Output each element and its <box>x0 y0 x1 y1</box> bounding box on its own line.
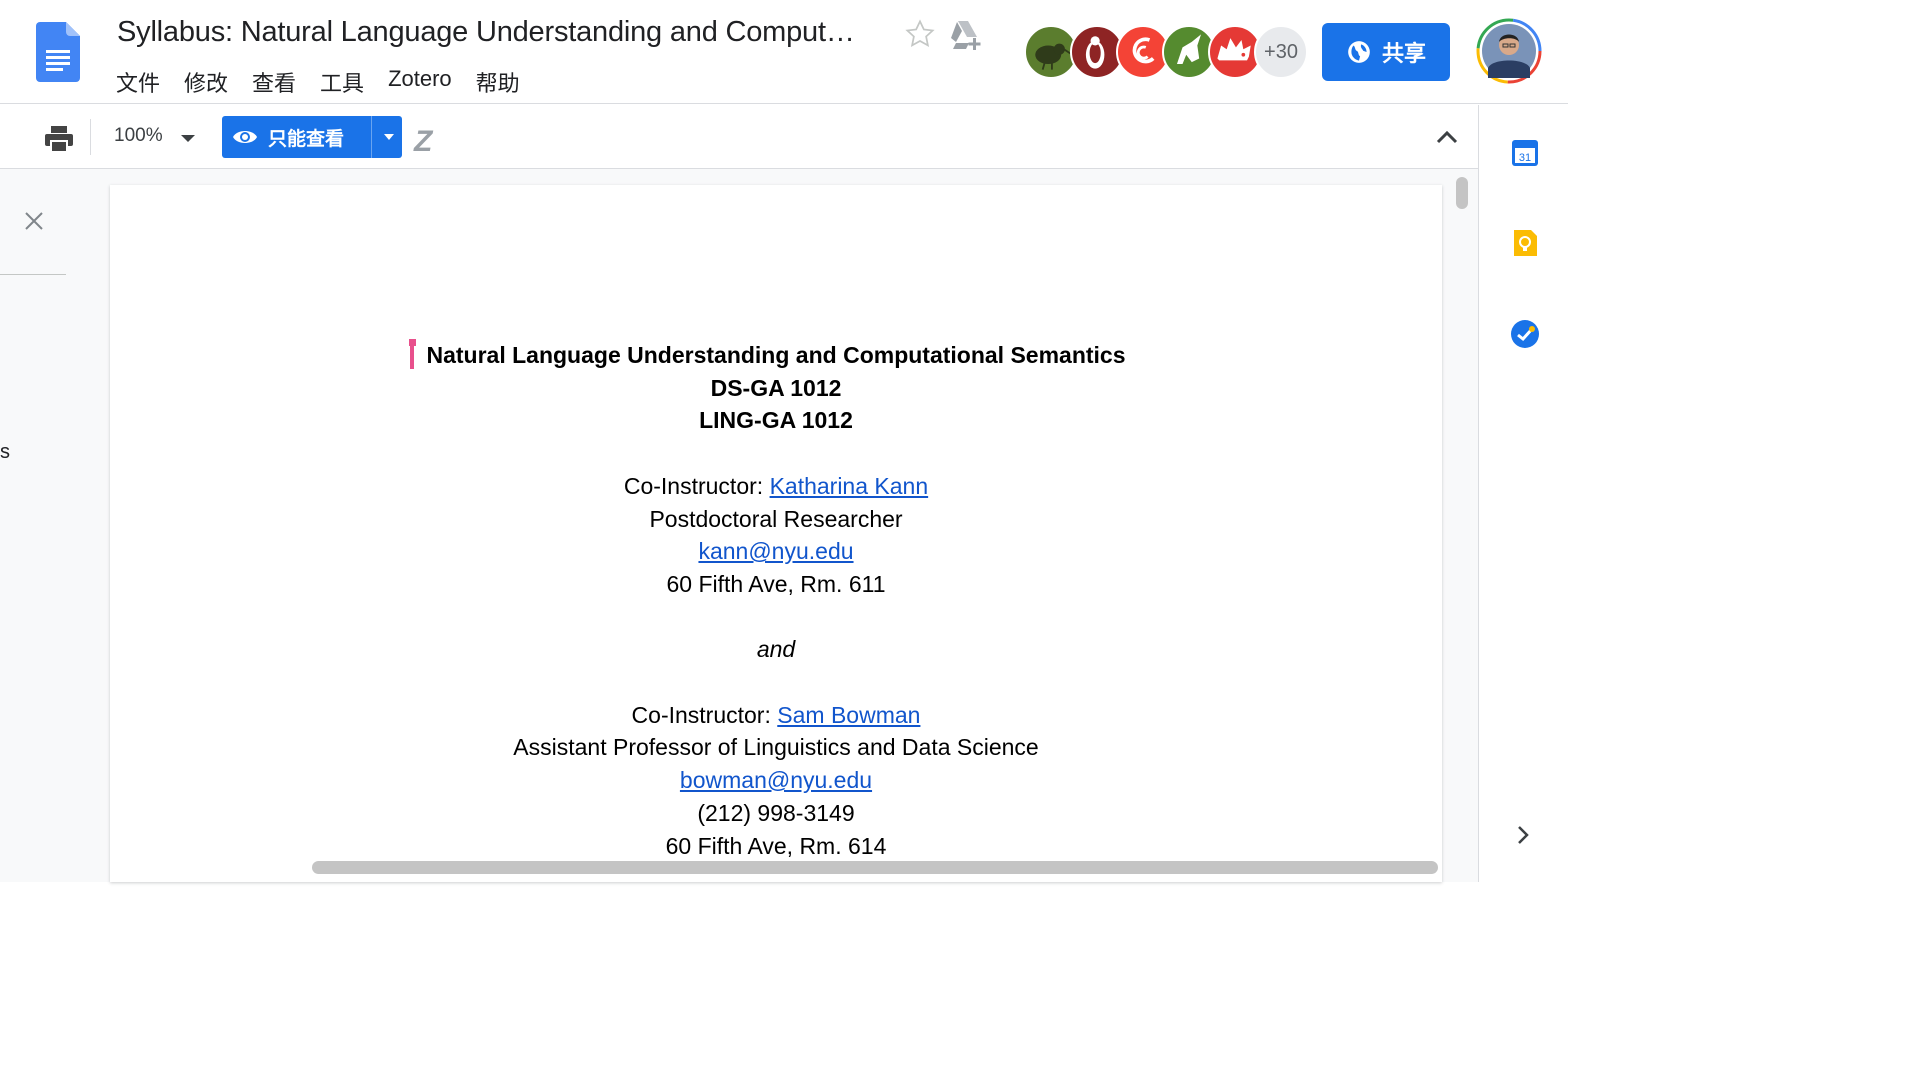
course-code-ling: LING-GA 1012 <box>699 407 853 434</box>
instructor2-position: Assistant Professor of Linguistics and D… <box>513 734 1039 761</box>
menu-view[interactable]: 查看 <box>252 66 296 98</box>
document-canvas: s Natural Language Understanding and Com… <box>0 169 1478 882</box>
print-icon[interactable] <box>44 125 74 153</box>
app-header: Syllabus: Natural Language Understanding… <box>0 0 1568 104</box>
keep-icon[interactable] <box>1509 227 1541 259</box>
instructor2-role: Co-Instructor: <box>631 701 778 728</box>
instructor1-position: Postdoctoral Researcher <box>649 505 903 532</box>
instructor2-office: 60 Fifth Ave, Rm. 614 <box>665 832 887 859</box>
mode-split-divider <box>371 116 372 158</box>
instructor2-email-link[interactable]: bowman@nyu.edu <box>680 767 872 793</box>
instructor1-email-link[interactable]: kann@nyu.edu <box>698 538 853 564</box>
eye-icon <box>233 131 257 143</box>
zotero-icon[interactable]: Z <box>414 125 432 159</box>
document-title[interactable]: Syllabus: Natural Language Understanding… <box>117 16 855 49</box>
menu-bar: 文件 修改 查看 工具 Zotero 帮助 <box>116 66 544 98</box>
expand-side-panel-icon[interactable] <box>1513 823 1533 847</box>
outline-partial-text[interactable]: s <box>0 441 10 464</box>
share-button-label: 共享 <box>1381 41 1426 66</box>
toolbar: 100% 只能查看 Z <box>0 105 1478 169</box>
zoom-dropdown-icon[interactable] <box>181 135 195 142</box>
menu-edit[interactable]: 修改 <box>184 66 228 98</box>
menu-zotero[interactable]: Zotero <box>388 66 452 98</box>
close-outline-icon[interactable] <box>22 209 46 233</box>
move-to-drive-icon[interactable] <box>947 18 983 52</box>
toolbar-separator <box>90 119 91 155</box>
document-page[interactable]: Natural Language Understanding and Compu… <box>110 185 1442 882</box>
menu-tools[interactable]: 工具 <box>320 66 364 98</box>
instructor2-line: Co-Instructor: Sam Bowman <box>110 699 1442 732</box>
course-code-ds: DS-GA 1012 <box>710 374 842 401</box>
document-body: Natural Language Understanding and Compu… <box>110 339 1442 862</box>
instructor1-name-link[interactable]: Katharina Kann <box>770 473 929 499</box>
viewing-mode-label: 只能查看 <box>268 128 345 150</box>
account-avatar[interactable] <box>1476 18 1542 84</box>
course-title: Natural Language Understanding and Compu… <box>426 342 1126 368</box>
google-docs-logo-icon[interactable] <box>36 22 80 82</box>
instructor2-name-link[interactable]: Sam Bowman <box>777 702 920 728</box>
instructor2-phone: (212) 998-3149 <box>697 799 855 826</box>
and-separator: and <box>756 636 796 663</box>
star-icon[interactable] <box>904 18 936 50</box>
instructor1-line: Co-Instructor: Katharina Kann <box>110 470 1442 503</box>
tasks-icon[interactable] <box>1509 318 1541 350</box>
share-button[interactable]: 共享 <box>1322 23 1450 81</box>
outline-divider <box>0 274 66 275</box>
globe-icon <box>1348 41 1370 63</box>
menu-file[interactable]: 文件 <box>116 66 160 98</box>
collapse-menus-icon[interactable] <box>1434 127 1460 147</box>
zoom-select[interactable]: 100% <box>114 125 163 147</box>
more-collaborators-badge[interactable]: +30 <box>1254 25 1308 79</box>
instructor1-role: Co-Instructor: <box>623 472 770 499</box>
instructor1-office: 60 Fifth Ave, Rm. 611 <box>666 570 886 597</box>
menu-help[interactable]: 帮助 <box>476 66 520 98</box>
mode-dropdown-icon[interactable] <box>384 134 394 140</box>
viewing-mode-button[interactable]: 只能查看 <box>222 116 402 158</box>
calendar-icon[interactable]: 31 <box>1509 137 1541 169</box>
vertical-scrollbar[interactable] <box>1456 177 1468 209</box>
calendar-day: 31 <box>1519 152 1531 164</box>
side-panel: 31 <box>1478 105 1568 882</box>
horizontal-scrollbar[interactable] <box>312 861 1438 874</box>
